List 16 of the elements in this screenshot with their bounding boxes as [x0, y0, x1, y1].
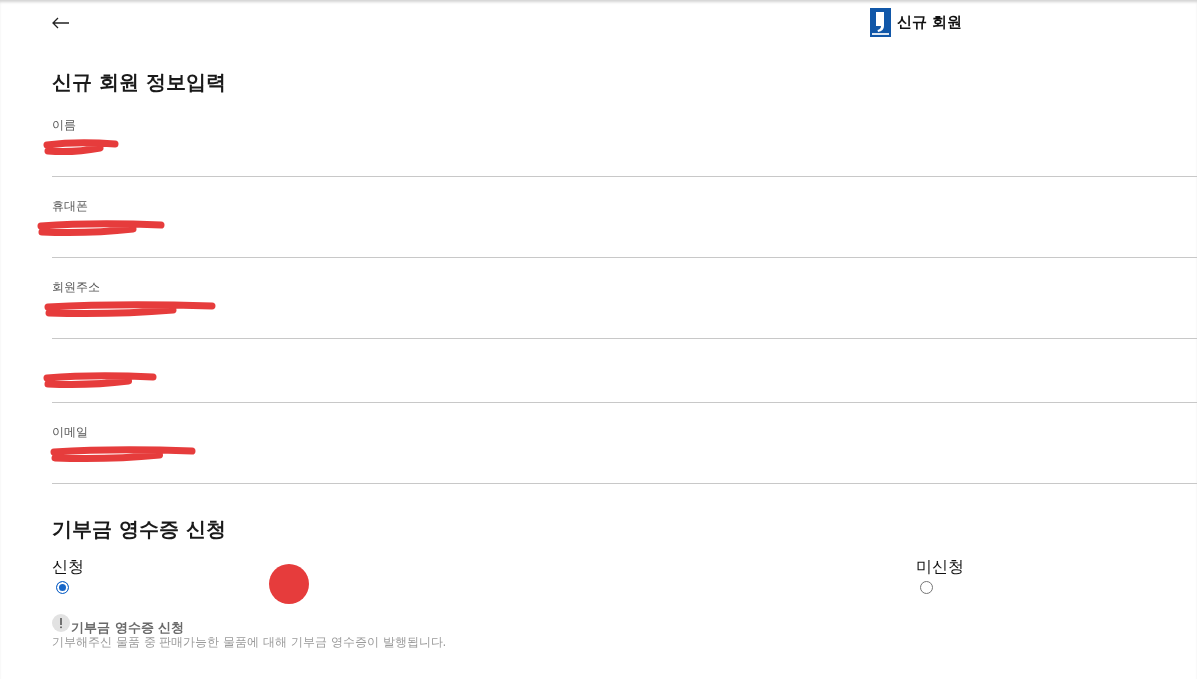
section-heading: 신규 회원 정보입력	[52, 69, 227, 96]
logo-icon	[870, 8, 891, 37]
radio-button[interactable]	[920, 581, 933, 594]
back-arrow-icon[interactable]	[52, 16, 70, 29]
field-label: 휴대폰	[52, 198, 88, 214]
field-label: 이름	[52, 117, 76, 133]
radio-button[interactable]	[56, 581, 69, 594]
radio-label[interactable]: 미신청	[916, 557, 964, 577]
field-label: 회원주소	[52, 279, 100, 295]
exclamation-icon	[52, 614, 70, 632]
notice-text: 기부해주신 물품 중 판매가능한 물품에 대해 기부금 영수증이 발행됩니다.	[52, 635, 448, 650]
section-heading: 기부금 영수증 신청	[52, 516, 227, 543]
field-label: 이메일	[52, 424, 88, 440]
notice-title: 기부금 영수증 신청	[71, 620, 185, 636]
page-title: 신규 회원	[897, 13, 963, 32]
radio-label[interactable]: 신청	[52, 557, 84, 577]
